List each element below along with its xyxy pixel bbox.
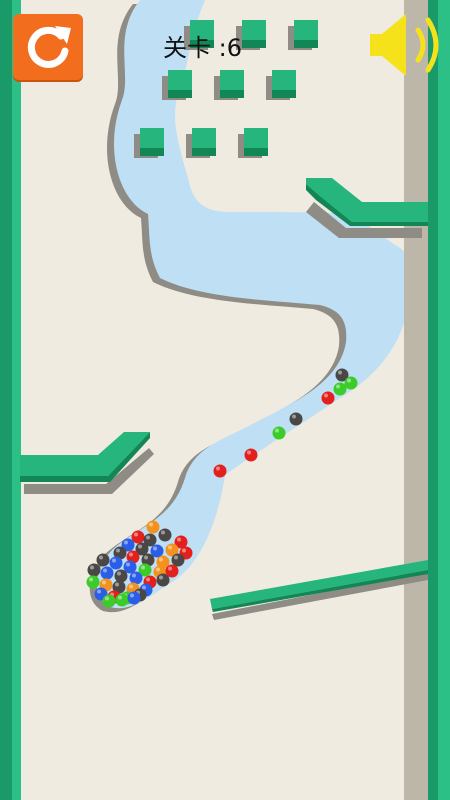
ball-red — [244, 448, 258, 462]
ball-blue — [109, 556, 123, 570]
restart-button[interactable] — [13, 14, 83, 80]
ball-green — [115, 593, 129, 607]
ball-blue — [127, 591, 141, 605]
ball-blue — [129, 571, 143, 585]
ball-orange — [146, 520, 160, 534]
right-wall — [404, 0, 450, 800]
ball-blue — [100, 566, 114, 580]
ball-dark-gray — [171, 553, 185, 567]
game-scene[interactable] — [0, 0, 450, 800]
game-stage[interactable]: 关卡 :6 — [0, 0, 450, 800]
speaker-on-icon — [370, 14, 439, 76]
ball-dark-gray — [87, 563, 101, 577]
level-indicator: 关卡 :6 — [163, 34, 242, 62]
ball-green — [102, 594, 116, 608]
ball-dark-gray — [158, 528, 172, 542]
ball-green — [86, 575, 100, 589]
ball-red — [213, 464, 227, 478]
sand-field[interactable] — [0, 0, 450, 800]
ball-dark-gray — [289, 412, 303, 426]
ball-dark-gray — [114, 569, 128, 583]
left-wall — [0, 0, 21, 800]
ball-dark-gray — [96, 553, 110, 567]
ball-green — [344, 376, 358, 390]
ball-dark-gray — [156, 573, 170, 587]
restart-arrow-icon — [27, 26, 71, 68]
ball-green — [272, 426, 286, 440]
ball-green — [333, 382, 347, 396]
ball-red — [321, 391, 335, 405]
sound-toggle-button[interactable] — [368, 12, 444, 78]
